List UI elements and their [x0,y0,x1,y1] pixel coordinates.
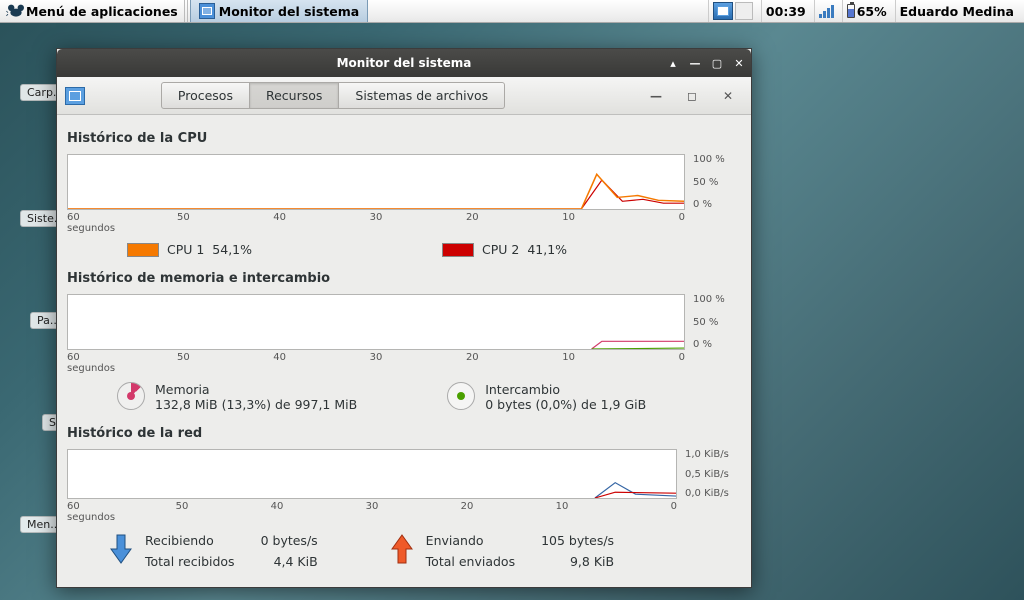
resources-view: Histórico de la CPU 100 %50 %0 % 60 segu… [57,115,751,587]
window-rollup-button[interactable]: ▴ [665,55,681,71]
cpu-y-axis: 100 %50 %0 % [693,154,741,210]
cpu-chart [67,154,685,210]
applications-menu-button[interactable]: Menú de aplicaciones [0,0,184,22]
user-name: Eduardo Medina [900,4,1014,19]
sending-rate: 105 bytes/s [541,533,614,548]
memory-chart [67,294,685,350]
system-monitor-window: Monitor del sistema ▴ — ▢ ✕ Procesos Rec… [56,48,752,588]
total-received-label: Total recibidos [145,554,235,569]
window-maximize-button[interactable]: ▢ [709,55,725,71]
memory-history-heading: Histórico de memoria e intercambio [67,271,741,286]
clock-text: 00:39 [766,4,806,19]
memory-x-axis: 60 segundos50403020100 [67,352,685,374]
battery-applet[interactable]: 65% [842,0,891,22]
upload-arrow-icon [388,533,416,565]
top-panel: Menú de aplicaciones Monitor del sistema… [0,0,1024,23]
clock-applet[interactable]: 00:39 [761,0,810,22]
header-bar: Procesos Recursos Sistemas de archivos —… [57,77,751,115]
swap-detail: 0 bytes (0,0%) de 1,9 GiB [485,397,646,412]
receiving-label: Recibiendo [145,533,235,548]
wifi-signal-icon [819,4,834,18]
memory-detail: 132,8 MiB (13,3%) de 997,1 MiB [155,397,357,412]
taskbar-item-system-monitor[interactable]: Monitor del sistema [190,0,368,22]
memory-y-axis: 100 %50 %0 % [693,294,741,350]
view-switcher: Procesos Recursos Sistemas de archivos [161,82,505,109]
download-arrow-icon [107,533,135,565]
system-tray: 00:39 65% Eduardo Medina [708,0,1024,22]
receiving-rate: 0 bytes/s [261,533,318,548]
csd-minimize-button[interactable]: — [649,89,663,103]
swap-usage-item[interactable]: Intercambio 0 bytes (0,0%) de 1,9 GiB [447,382,646,412]
taskbar-item-label: Monitor del sistema [219,4,359,19]
cpu1-legend[interactable]: CPU 1 54,1% [127,242,252,257]
memory-label: Memoria [155,382,357,397]
system-monitor-icon [65,87,85,105]
swap-pie-icon [447,382,475,410]
swap-label: Intercambio [485,382,646,397]
network-chart [67,449,677,499]
window-close-button[interactable]: ✕ [731,55,747,71]
memory-pie-icon [117,382,145,410]
network-applet[interactable] [814,0,838,22]
battery-icon [847,4,855,18]
applications-menu-label: Menú de aplicaciones [26,4,178,19]
window-title: Monitor del sistema [337,56,472,70]
xfce-logo-icon [6,3,26,19]
sending-label: Enviando [426,533,515,548]
system-monitor-icon [199,3,215,19]
window-minimize-button[interactable]: — [687,55,703,71]
tray-blank-icon [735,2,753,20]
csd-close-button[interactable]: ✕ [721,89,735,103]
battery-percent: 65% [857,4,887,19]
notification-icon [713,2,733,20]
tab-filesystems[interactable]: Sistemas de archivos [339,82,505,109]
total-sent-label: Total enviados [426,554,515,569]
network-y-axis: 1,0 KiB/s0,5 KiB/s0,0 KiB/s [685,449,741,499]
memory-usage-item[interactable]: Memoria 132,8 MiB (13,3%) de 997,1 MiB [117,382,357,412]
network-sending-block: Enviando 105 bytes/s Total enviados 9,8 … [388,533,614,569]
cpu1-color-chip [127,243,159,257]
cpu2-color-chip [442,243,474,257]
network-receiving-block: Recibiendo 0 bytes/s Total recibidos 4,4… [107,533,318,569]
tab-processes[interactable]: Procesos [161,82,250,109]
total-received-value: 4,4 KiB [261,554,318,569]
cpu-history-heading: Histórico de la CPU [67,131,741,146]
network-history-heading: Histórico de la red [67,426,741,441]
window-titlebar[interactable]: Monitor del sistema ▴ — ▢ ✕ [57,49,751,77]
total-sent-value: 9,8 KiB [541,554,614,569]
cpu-x-axis: 60 segundos50403020100 [67,212,685,234]
tab-resources[interactable]: Recursos [250,82,339,109]
csd-maximize-button[interactable]: ◻ [685,89,699,103]
cpu2-legend[interactable]: CPU 2 41,1% [442,242,567,257]
user-menu[interactable]: Eduardo Medina [895,0,1018,22]
notification-area[interactable] [708,0,757,22]
network-x-axis: 60 segundos50403020100 [67,501,677,523]
